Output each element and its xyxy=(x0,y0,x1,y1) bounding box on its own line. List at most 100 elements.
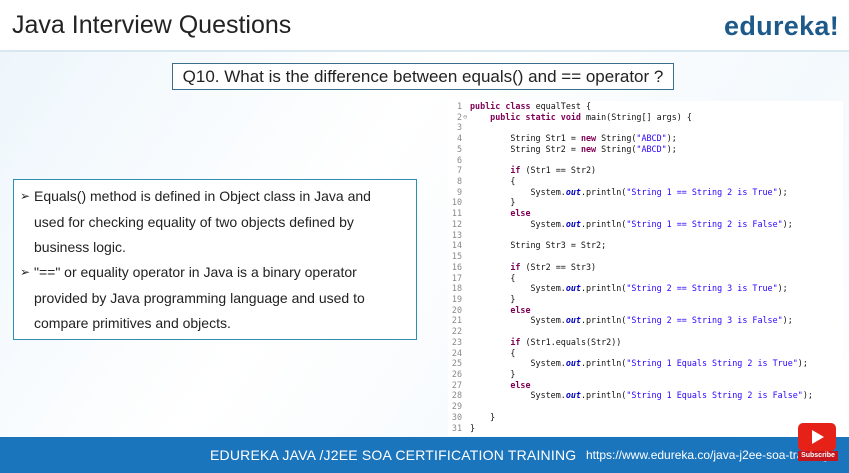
code-text: System.out.println("String 1 == String 2… xyxy=(470,218,793,229)
line-number: 1 xyxy=(456,101,462,111)
code-line: 12 System.out.println("String 1 == Strin… xyxy=(448,219,843,230)
line-number: 11 xyxy=(451,208,462,219)
code-line: 26 } xyxy=(448,369,843,380)
code-line: 7 if (Str1 == Str2) xyxy=(448,165,843,176)
code-text: System.out.println("String 1 Equals Stri… xyxy=(470,358,808,369)
code-text: else xyxy=(510,208,531,219)
code-text: String Str2 = new String("ABCD"); xyxy=(470,143,677,154)
line-number: 19 xyxy=(451,293,462,304)
code-line: 15 xyxy=(448,251,843,262)
line-number: 24 xyxy=(451,347,462,358)
line-number: 31 xyxy=(451,422,462,433)
arrow-bullet-icon: ➢ xyxy=(20,189,31,203)
code-line: 16 if (Str2 == Str3) xyxy=(448,262,843,273)
code-line: 8 { xyxy=(448,176,843,187)
line-number: 21 xyxy=(451,315,462,326)
line-number: 20 xyxy=(451,304,462,315)
code-line: 31} xyxy=(448,423,843,434)
line-number: 4 xyxy=(456,133,462,144)
code-line: 5 String Str2 = new String("ABCD"); xyxy=(448,144,843,155)
question-box: Q10. What is the difference between equa… xyxy=(172,63,674,90)
code-line: 23 if (Str1.equals(Str2)) xyxy=(448,337,843,348)
line-number: 9 xyxy=(456,186,462,197)
line-number: 25 xyxy=(451,358,462,369)
code-line: 20 else xyxy=(448,305,843,316)
code-text: } xyxy=(470,197,516,208)
code-line: 3 xyxy=(448,122,843,133)
code-line: 28 System.out.println("String 1 Equals S… xyxy=(448,390,843,401)
code-line: 6 xyxy=(448,155,843,166)
code-line: 14 String Str3 = Str2; xyxy=(448,240,843,251)
line-number: 28 xyxy=(451,390,462,401)
line-number: 5 xyxy=(456,143,462,154)
bullet-line: business logic. xyxy=(34,239,126,255)
code-line: 10 } xyxy=(448,197,843,208)
line-number: 16 xyxy=(451,261,462,272)
line-number: 6 xyxy=(456,154,462,165)
code-line: 9 System.out.println("String 1 == String… xyxy=(448,187,843,198)
line-number: 22 xyxy=(451,326,462,337)
code-text: if (Str1 == Str2) xyxy=(510,165,597,176)
line-number: 13 xyxy=(451,229,462,240)
edureka-logo[interactable]: edureka! xyxy=(724,11,839,42)
code-line: 22 xyxy=(448,326,843,337)
fold-icon[interactable]: ⊖ xyxy=(463,112,467,123)
code-line: 13 xyxy=(448,230,843,241)
line-number: 29 xyxy=(451,401,462,412)
line-number: 10 xyxy=(451,197,462,208)
code-text: } xyxy=(470,368,516,379)
line-number: 7 xyxy=(456,165,462,176)
code-line: 1 public class equalTest { xyxy=(448,101,843,112)
bullet-line: used for checking equality of two object… xyxy=(34,213,354,230)
footer-bar: EDUREKA JAVA /J2EE SOA CERTIFICATION TRA… xyxy=(0,437,849,473)
line-number: 18 xyxy=(451,283,462,294)
code-line: 11 else xyxy=(448,208,843,219)
code-line: 25 System.out.println("String 1 Equals S… xyxy=(448,358,843,369)
subscribe-button[interactable]: Subscribe xyxy=(798,423,838,463)
code-text: System.out.println("String 1 == String 2… xyxy=(470,186,788,197)
youtube-play-icon xyxy=(798,423,836,451)
code-line: 24 { xyxy=(448,348,843,359)
code-text: System.out.println("String 2 == String 3… xyxy=(470,283,788,294)
arrow-bullet-icon: ➢ xyxy=(20,265,31,279)
code-text: System.out.println("String 2 == String 3… xyxy=(470,315,793,326)
code-line: 30 } xyxy=(448,412,843,423)
header: Java Interview Questions edureka! xyxy=(0,0,849,50)
code-text: } xyxy=(470,293,516,304)
subscribe-label: Subscribe xyxy=(798,451,838,461)
line-number: 3 xyxy=(456,122,462,133)
bullet-line: provided by Java programming language an… xyxy=(34,289,365,306)
code-snippet: 1 public class equalTest { 2 ⊖ public stati… xyxy=(448,101,843,436)
line-number: 17 xyxy=(451,272,462,283)
code-text: public class equalTest { xyxy=(470,101,592,111)
code-text: { xyxy=(470,272,516,283)
code-line: 19 } xyxy=(448,294,843,305)
code-text: } xyxy=(470,411,496,422)
code-line: 29 xyxy=(448,401,843,412)
code-text: public static void main(String[] args) { xyxy=(490,111,692,122)
bullet-line: Equals() method is defined in Object cla… xyxy=(34,188,371,204)
line-number: 30 xyxy=(451,411,462,422)
code-line: 27 else xyxy=(448,380,843,391)
line-number: 23 xyxy=(451,336,462,347)
code-text: { xyxy=(470,347,516,358)
code-text: if (Str2 == Str3) xyxy=(510,261,597,272)
code-text: if (Str1.equals(Str2)) xyxy=(510,336,622,347)
bullet-line: compare primitives and objects. xyxy=(34,315,231,331)
footer-url-link[interactable]: https://www.edureka.co/java-j2ee-soa-tra… xyxy=(586,448,829,462)
page-title: Java Interview Questions xyxy=(12,11,292,39)
answer-box: ➢ Equals() method is defined in Object c… xyxy=(13,179,417,340)
code-line: 17 { xyxy=(448,273,843,284)
line-number: 14 xyxy=(451,240,462,251)
code-line: 4 String Str1 = new String("ABCD"); xyxy=(448,133,843,144)
footer-training-title: EDUREKA JAVA /J2EE SOA CERTIFICATION TRA… xyxy=(210,447,577,463)
line-number: 2 xyxy=(456,111,462,122)
code-line: 21 System.out.println("String 2 == Strin… xyxy=(448,315,843,326)
line-number: 15 xyxy=(451,251,462,262)
line-number: 12 xyxy=(451,218,462,229)
code-text: { xyxy=(470,176,516,187)
code-text: String Str3 = Str2; xyxy=(470,240,607,251)
bullet-line: "==" or equality operator in Java is a b… xyxy=(34,264,357,280)
code-line: 18 System.out.println("String 2 == Strin… xyxy=(448,283,843,294)
code-text: String Str1 = new String("ABCD"); xyxy=(470,133,677,144)
